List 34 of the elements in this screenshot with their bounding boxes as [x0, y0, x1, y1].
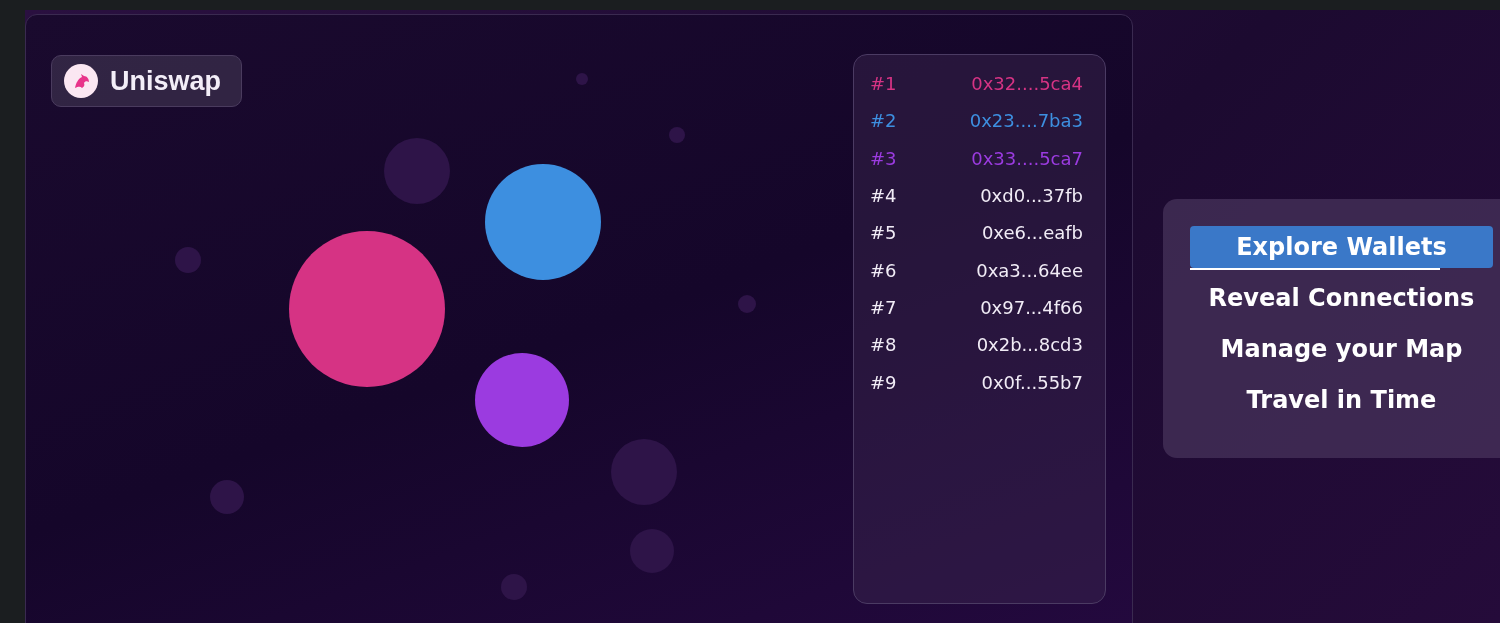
wallet-rank: #5 [870, 221, 897, 246]
wallet-rank: #7 [870, 295, 897, 320]
wallet-rank: #8 [870, 333, 897, 358]
wallet-rank: #2 [870, 109, 897, 134]
wallet-address[interactable]: 0x32....5ca4 [971, 70, 1083, 98]
wallet-address[interactable]: 0x2b...8cd3 [976, 331, 1083, 359]
faint-bubble [384, 138, 450, 204]
menu-item[interactable]: Travel in Time [1190, 379, 1493, 421]
menu-item[interactable]: Reveal Connections [1190, 277, 1493, 319]
faint-bubble [669, 127, 685, 143]
wallet-bubble[interactable] [485, 164, 601, 280]
wallet-bubble[interactable] [289, 231, 445, 387]
menu-item[interactable]: Manage your Map [1190, 328, 1493, 370]
wallet-address[interactable]: 0xd0...37fb [980, 182, 1083, 210]
wallet-rank: #4 [870, 184, 897, 209]
wallet-rank: #9 [870, 370, 897, 395]
wallet-address[interactable]: 0x0f...55b7 [981, 368, 1083, 396]
wallet-rank: #1 [870, 72, 897, 97]
wallet-rank: #6 [870, 258, 897, 283]
wallet-address[interactable]: 0x97...4f66 [980, 293, 1083, 321]
wallet-address[interactable]: 0xa3...64ee [976, 256, 1083, 284]
token-badge[interactable]: Uniswap [51, 55, 243, 107]
menu-item[interactable]: Explore Wallets [1190, 226, 1493, 268]
faint-bubble [738, 295, 756, 313]
wallet-bubble[interactable] [475, 353, 569, 447]
unicorn-logo-icon [64, 64, 98, 98]
faint-bubble [611, 439, 677, 505]
faint-bubble [210, 480, 244, 514]
wallet-address[interactable]: 0x23....7ba3 [969, 107, 1083, 135]
faint-bubble [175, 247, 201, 273]
wallet-rank: #3 [870, 146, 897, 171]
wallet-address[interactable]: 0xe6...eafb [981, 219, 1083, 247]
faint-bubble [576, 73, 588, 85]
token-name: Uniswap [110, 67, 222, 95]
